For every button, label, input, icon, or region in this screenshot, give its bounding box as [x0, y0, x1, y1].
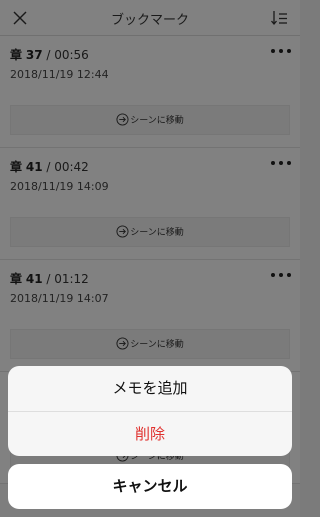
add-memo-button[interactable]: メモを追加 [8, 366, 292, 411]
action-sheet: メモを追加 削除 [8, 366, 292, 456]
delete-button[interactable]: 削除 [8, 412, 292, 456]
cancel-button[interactable]: キャンセル [8, 464, 292, 509]
